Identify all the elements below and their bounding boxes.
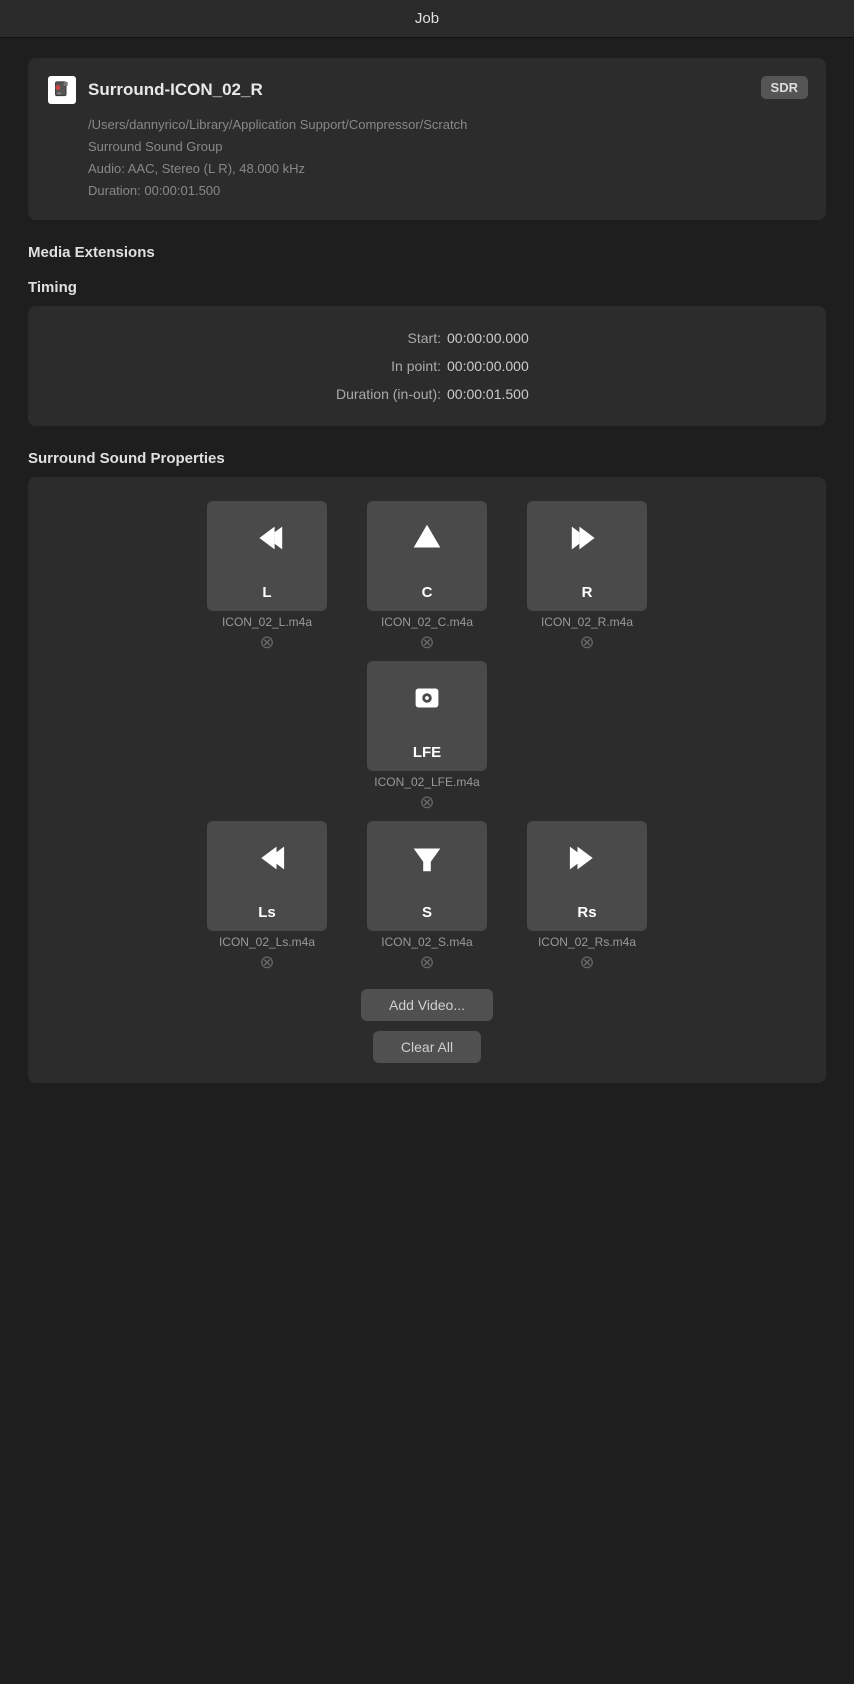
surround-title: Surround Sound Properties	[28, 450, 826, 467]
media-extensions-title: Media Extensions	[28, 244, 826, 261]
timing-inpoint-row: In point: 00:00:00.000	[48, 352, 806, 380]
channel-icon-L	[207, 519, 327, 557]
channel-label-R: R	[582, 584, 593, 601]
channel-item-L[interactable]: L ICON_02_L.m4a ⊗	[207, 501, 327, 651]
channel-filename-Ls: ICON_02_Ls.m4a	[219, 935, 315, 949]
channel-remove-R[interactable]: ⊗	[579, 633, 594, 651]
sdr-badge: SDR	[761, 76, 808, 99]
channel-label-L: L	[262, 584, 271, 601]
channel-item-R[interactable]: R ICON_02_R.m4a ⊗	[527, 501, 647, 651]
file-title: Surround-ICON_02_R	[88, 80, 263, 100]
channel-row-1: L ICON_02_L.m4a ⊗	[207, 501, 647, 651]
file-meta: /Users/dannyrico/Library/Application Sup…	[88, 114, 806, 202]
channel-item-Ls[interactable]: Ls ICON_02_Ls.m4a ⊗	[207, 821, 327, 971]
add-video-row: Add Video...	[48, 989, 806, 1021]
channel-item-S[interactable]: S ICON_02_S.m4a ⊗	[367, 821, 487, 971]
timing-start-row: Start: 00:00:00.000	[48, 324, 806, 352]
file-duration: Duration: 00:00:01.500	[88, 180, 806, 202]
channel-label-LFE: LFE	[413, 744, 441, 761]
channel-filename-S: ICON_02_S.m4a	[381, 935, 472, 949]
channel-tile-LFE: LFE	[367, 661, 487, 771]
channel-item-LFE[interactable]: LFE ICON_02_LFE.m4a ⊗	[367, 661, 487, 811]
channel-icon-Ls	[207, 839, 327, 877]
channel-icon-C	[367, 519, 487, 557]
channel-filename-LFE: ICON_02_LFE.m4a	[374, 775, 479, 789]
channel-tile-Rs: Rs	[527, 821, 647, 931]
clear-all-row: Clear All	[48, 1031, 806, 1063]
channel-label-Rs: Rs	[577, 904, 596, 921]
channel-tile-L: L	[207, 501, 327, 611]
timing-inpoint-value: 00:00:00.000	[447, 352, 567, 380]
timing-card: Start: 00:00:00.000 In point: 00:00:00.0…	[28, 306, 826, 426]
timing-duration-label: Duration (in-out):	[287, 380, 447, 408]
channel-filename-C: ICON_02_C.m4a	[381, 615, 473, 629]
channel-tile-Ls: Ls	[207, 821, 327, 931]
surround-section: Surround Sound Properties	[28, 450, 826, 1083]
media-extensions-section: Media Extensions	[28, 244, 826, 261]
channel-item-Rs[interactable]: Rs ICON_02_Rs.m4a ⊗	[527, 821, 647, 971]
file-audio: Audio: AAC, Stereo (L R), 48.000 kHz	[88, 158, 806, 180]
channel-remove-C[interactable]: ⊗	[419, 633, 434, 651]
page-title: Job	[415, 10, 439, 27]
file-path: /Users/dannyrico/Library/Application Sup…	[88, 114, 806, 136]
channel-label-S: S	[422, 904, 432, 921]
file-card-header: Surround-ICON_02_R	[48, 76, 806, 104]
timing-duration-row: Duration (in-out): 00:00:01.500	[48, 380, 806, 408]
timing-section: Timing Start: 00:00:00.000 In point: 00:…	[28, 279, 826, 426]
channel-label-Ls: Ls	[258, 904, 276, 921]
file-card: Surround-ICON_02_R SDR /Users/dannyrico/…	[28, 58, 826, 220]
channel-tile-C: C	[367, 501, 487, 611]
timing-start-label: Start:	[287, 324, 447, 352]
channel-remove-Ls[interactable]: ⊗	[259, 953, 274, 971]
channel-remove-S[interactable]: ⊗	[419, 953, 434, 971]
channel-icon-Rs	[527, 839, 647, 877]
surround-card: L ICON_02_L.m4a ⊗	[28, 477, 826, 1083]
file-icon	[48, 76, 76, 104]
channel-row-3: Ls ICON_02_Ls.m4a ⊗	[207, 821, 647, 971]
file-group: Surround Sound Group	[88, 136, 806, 158]
timing-inpoint-label: In point:	[287, 352, 447, 380]
timing-title: Timing	[28, 279, 826, 296]
clear-all-button[interactable]: Clear All	[373, 1031, 481, 1063]
channel-filename-R: ICON_02_R.m4a	[541, 615, 633, 629]
channel-icon-R	[527, 519, 647, 557]
channel-filename-L: ICON_02_L.m4a	[222, 615, 312, 629]
channel-label-C: C	[422, 584, 433, 601]
channel-row-2: LFE ICON_02_LFE.m4a ⊗	[367, 661, 487, 811]
title-bar: Job	[0, 0, 854, 38]
channel-tile-S: S	[367, 821, 487, 931]
channel-remove-Rs[interactable]: ⊗	[579, 953, 594, 971]
channel-icon-LFE	[367, 679, 487, 717]
channel-grid: L ICON_02_L.m4a ⊗	[48, 501, 806, 971]
timing-start-value: 00:00:00.000	[447, 324, 567, 352]
timing-duration-value: 00:00:01.500	[447, 380, 567, 408]
add-video-button[interactable]: Add Video...	[361, 989, 493, 1021]
channel-item-C[interactable]: C ICON_02_C.m4a ⊗	[367, 501, 487, 651]
channel-remove-L[interactable]: ⊗	[259, 633, 274, 651]
channel-filename-Rs: ICON_02_Rs.m4a	[538, 935, 636, 949]
channel-icon-S	[367, 839, 487, 877]
channel-remove-LFE[interactable]: ⊗	[419, 793, 434, 811]
channel-tile-R: R	[527, 501, 647, 611]
